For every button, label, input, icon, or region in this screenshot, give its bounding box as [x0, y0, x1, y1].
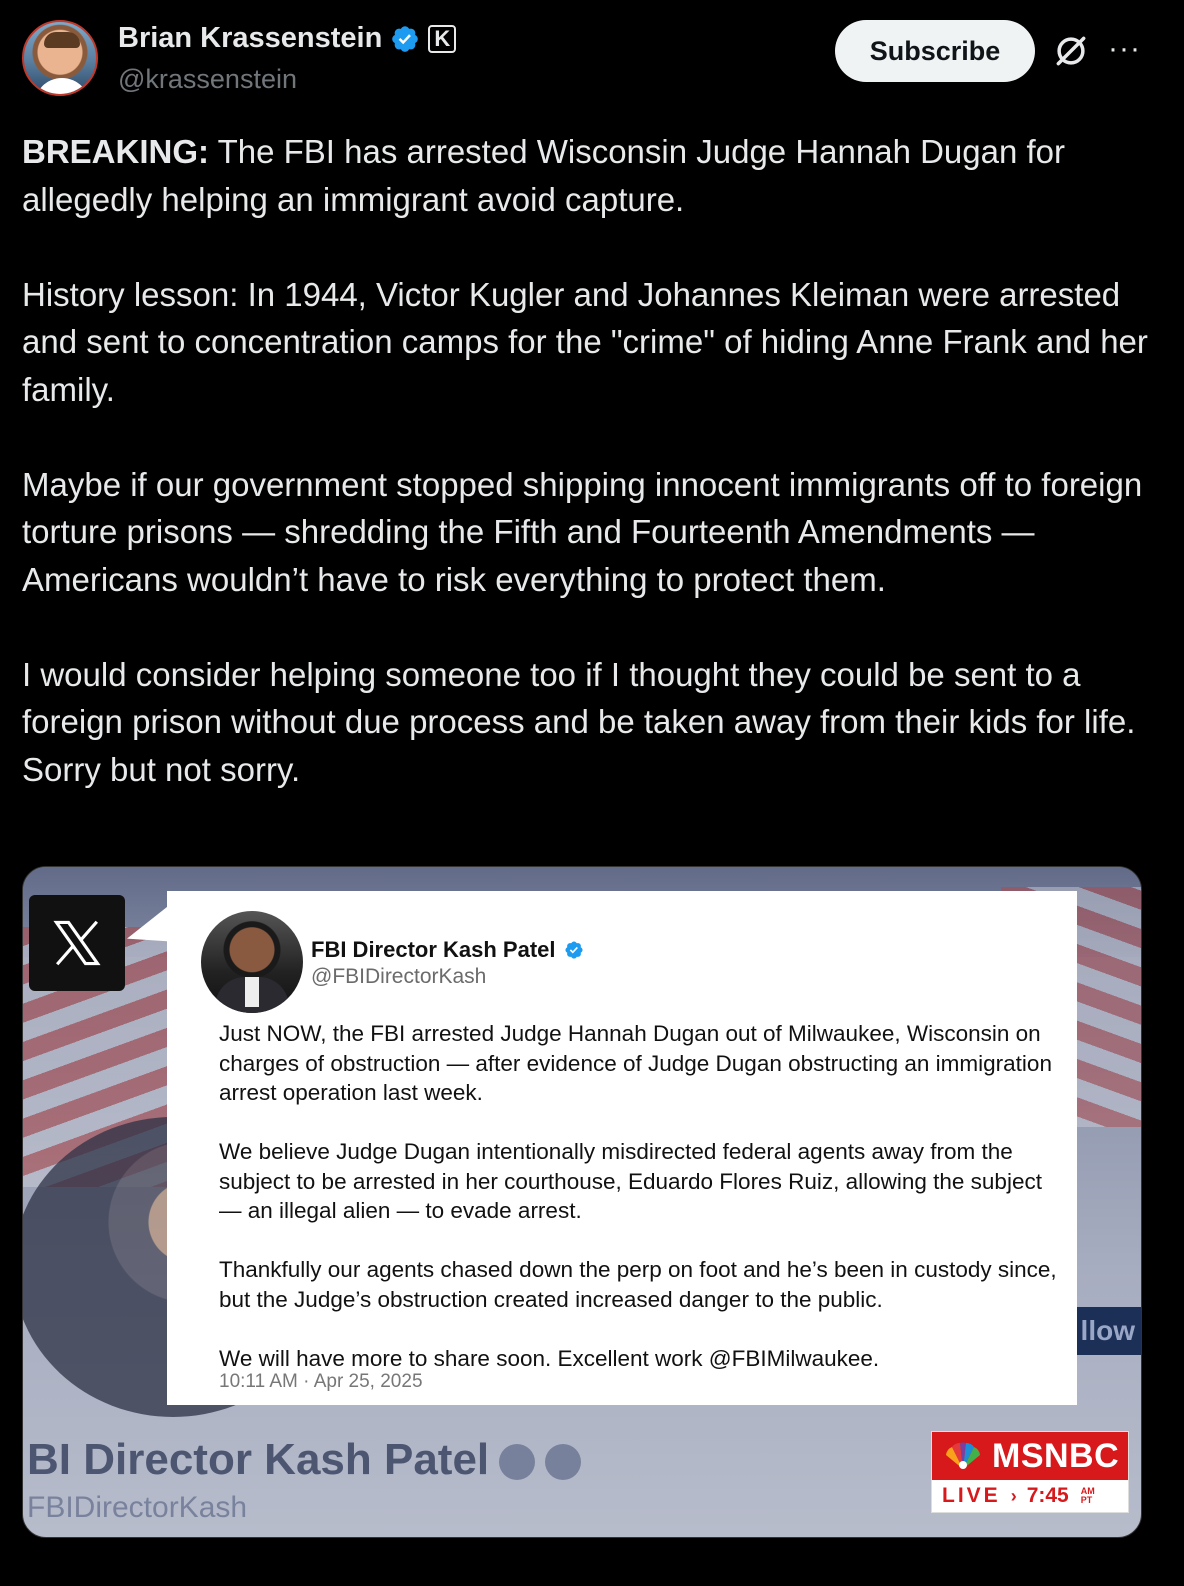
x-logo-icon — [29, 895, 125, 991]
tweet-lead-bold: BREAKING: — [22, 133, 209, 170]
embedded-post-card: FBI Director Kash Patel @FBIDirectorKash… — [167, 891, 1077, 1405]
tweet-text: BREAKING: The FBI has arrested Wisconsin… — [22, 128, 1152, 793]
tweet-paragraph-2: History lesson: In 1944, Victor Kugler a… — [22, 275, 1158, 408]
embedded-post-avatar — [201, 911, 303, 1013]
tweet-paragraph-4: I would consider helping someone too if … — [22, 655, 1154, 788]
verified-badge-icon — [392, 25, 419, 52]
author-display-name[interactable]: Brian Krassenstein — [118, 22, 382, 55]
msnbc-live-label: LIVE — [942, 1484, 1001, 1507]
msnbc-brand-text: MSNBC — [992, 1436, 1120, 1475]
background-verified-icon — [499, 1444, 536, 1481]
chevron-right-icon: › — [1010, 1485, 1017, 1506]
msnbc-logo: MSNBC — [932, 1432, 1128, 1480]
tweet-paragraph-3: Maybe if our government stopped shipping… — [22, 465, 1152, 598]
author-name-row: Brian Krassenstein K — [118, 22, 457, 55]
background-profile-name: BI Director Kash Patel — [27, 1435, 582, 1485]
embedded-post-name-row: FBI Director Kash Patel — [311, 937, 584, 963]
embedded-post-handle: @FBIDirectorKash — [311, 965, 487, 988]
msnbc-time: 7:45 — [1026, 1484, 1069, 1507]
msnbc-peacock-icon — [946, 1442, 980, 1469]
embedded-post-timestamp: 10:11 AM · Apr 25, 2025 — [219, 1371, 423, 1392]
x-logo-glyph — [53, 920, 101, 966]
msnbc-live-bug: MSNBC LIVE › 7:45 AM PT — [931, 1431, 1129, 1513]
embedded-post-body: Just NOW, the FBI arrested Judge Hannah … — [219, 1021, 1057, 1371]
background-info-icon — [545, 1444, 582, 1481]
tweet-header: Brian Krassenstein K @krassenstein Subsc… — [22, 18, 1162, 102]
grok-icon[interactable] — [1052, 32, 1090, 70]
background-follow-button: llow — [1071, 1307, 1141, 1355]
author-avatar[interactable] — [22, 20, 98, 96]
more-icon[interactable]: ··· — [1108, 32, 1141, 66]
tweet-media-image[interactable]: llow BI Director Kash Patel FBIDirectorK… — [22, 866, 1142, 1538]
background-profile-name-text: BI Director Kash Patel — [27, 1435, 490, 1484]
embedded-verified-badge-icon — [564, 941, 583, 959]
affiliate-k-icon[interactable]: K — [428, 24, 457, 53]
msnbc-time-zone: AM PT — [1081, 1487, 1095, 1505]
background-profile-handle: FBIDirectorKash — [27, 1491, 248, 1524]
embedded-post-name: FBI Director Kash Patel — [311, 937, 556, 962]
msnbc-live-row: LIVE › 7:45 AM PT — [932, 1480, 1128, 1512]
author-handle[interactable]: @krassenstein — [118, 64, 297, 95]
subscribe-button[interactable]: Subscribe — [835, 20, 1035, 82]
msnbc-pt: PT — [1080, 1495, 1093, 1505]
